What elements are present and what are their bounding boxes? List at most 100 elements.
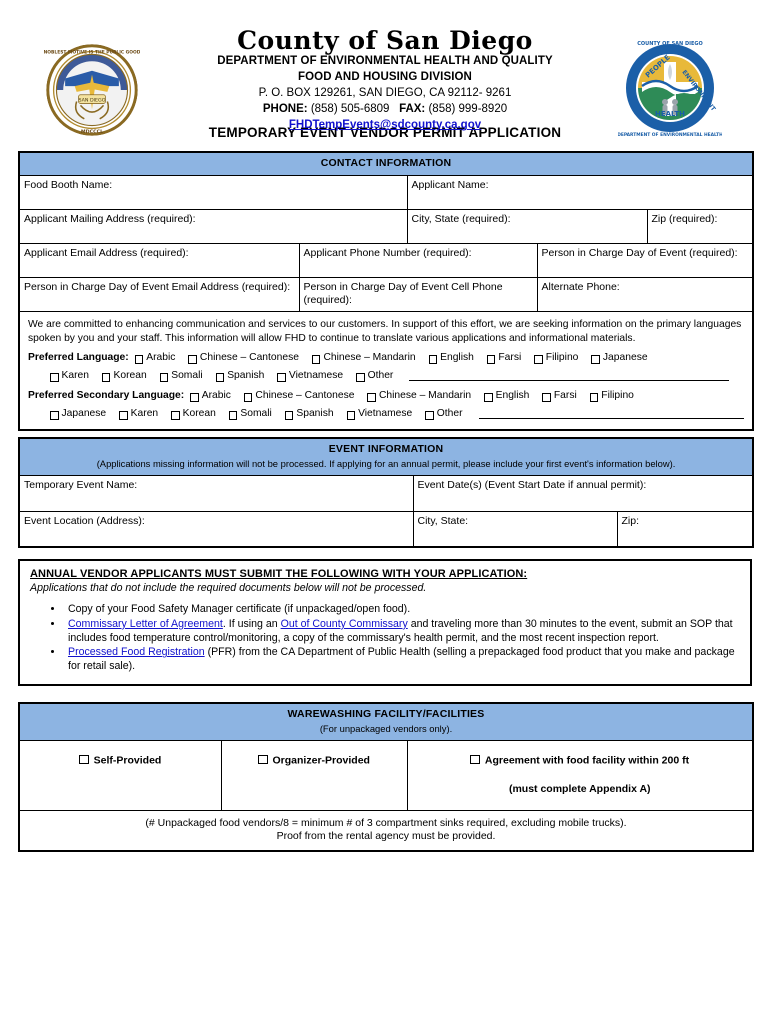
checkbox-icon[interactable]	[484, 393, 493, 402]
secondary-other-input-line[interactable]	[478, 410, 745, 419]
option-label: Self-Provided	[93, 754, 162, 767]
checkbox-preferred-vietnamese[interactable]: Vietnamese	[277, 370, 343, 383]
permit-application-page: SAN DIEGO NOBLEST MOTIVE IS THE PUBLIC G…	[0, 0, 770, 1024]
table-row: (# Unpackaged food vendors/8 = minimum #…	[18, 809, 754, 852]
event-location-field[interactable]: Event Location (Address):	[18, 510, 414, 548]
table-row: Food Booth Name: Applicant Name:	[18, 175, 754, 211]
checkbox-icon[interactable]	[188, 355, 197, 364]
checkbox-icon[interactable]	[428, 355, 438, 364]
preferred-language-row-1: Preferred Language: Arabic Chinese – Can…	[28, 352, 744, 365]
warewashing-option-agreement[interactable]: Agreement with food facility within 200 …	[406, 739, 754, 811]
option-label: Organizer-Provided	[272, 754, 370, 767]
table-row: WAREWASHING FACILITY/FACILITIES (For unp…	[18, 702, 754, 741]
checkbox-preferred-arabic[interactable]: Arabic	[134, 352, 175, 365]
event-information-table: EVENT INFORMATION (Applications missing …	[18, 436, 755, 549]
checkbox-icon[interactable]	[171, 411, 180, 420]
checkbox-secondary-chinese-mandarin[interactable]: Chinese – Mandarin	[367, 390, 471, 403]
checkbox-preferred-farsi[interactable]: Farsi	[486, 352, 521, 365]
checkbox-icon[interactable]	[534, 355, 543, 364]
checkbox-secondary-other[interactable]: Other	[425, 408, 463, 421]
warewashing-option-organizer-provided[interactable]: Organizer-Provided	[220, 739, 408, 811]
checkbox-icon[interactable]	[101, 373, 111, 382]
checkbox-secondary-korean[interactable]: Korean	[171, 408, 216, 421]
option-label: English	[440, 352, 474, 364]
checkbox-icon[interactable]	[277, 373, 286, 382]
checkbox-secondary-arabic[interactable]: Arabic	[190, 390, 231, 403]
bullet2-mid-text: . If using an	[222, 617, 281, 630]
checkbox-icon[interactable]	[542, 393, 551, 402]
checkbox-secondary-somali[interactable]: Somali	[228, 408, 272, 421]
checkbox-icon[interactable]	[470, 754, 480, 765]
list-item: Processed Food Registration (PFR) from t…	[64, 646, 740, 674]
checkbox-secondary-spanish[interactable]: Spanish	[284, 408, 334, 421]
preferred-other-input-line[interactable]	[409, 372, 730, 382]
checkbox-secondary-japanese[interactable]: Japanese	[50, 408, 106, 421]
option-label: Other	[367, 370, 394, 382]
checkbox-secondary-chinese-cantonese[interactable]: Chinese – Cantonese	[243, 390, 354, 403]
checkbox-icon[interactable]	[119, 411, 128, 420]
option-label: Somali	[171, 370, 203, 382]
checkbox-icon[interactable]	[215, 373, 225, 382]
table-row: EVENT INFORMATION (Applications missing …	[18, 437, 754, 476]
event-dates-field[interactable]: Event Date(s) (Event Start Date if annua…	[412, 474, 754, 512]
alternate-phone-field[interactable]: Alternate Phone:	[536, 277, 754, 313]
checkbox-secondary-filipino[interactable]: Filipino	[589, 390, 634, 403]
warewashing-table: WAREWASHING FACILITY/FACILITIES (For unp…	[18, 701, 755, 852]
event-zip-field[interactable]: Zip:	[616, 510, 754, 548]
option-label: Karen	[61, 370, 89, 382]
checkbox-icon[interactable]	[134, 355, 144, 364]
table-row: Temporary Event Name: Event Date(s) (Eve…	[18, 474, 754, 512]
applicant-phone-field[interactable]: Applicant Phone Number (required):	[298, 243, 538, 279]
checkbox-icon[interactable]	[284, 411, 294, 420]
warewashing-note-line-1: (# Unpackaged food vendors/8 = minimum #…	[145, 816, 627, 829]
person-in-charge-email-field[interactable]: Person in Charge Day of Event Email Addr…	[18, 277, 300, 313]
checkbox-icon[interactable]	[50, 411, 59, 420]
event-city-state-field[interactable]: City, State:	[412, 510, 618, 548]
applicant-mailing-address-field[interactable]: Applicant Mailing Address (required):	[18, 209, 408, 245]
checkbox-secondary-karen[interactable]: Karen	[119, 408, 158, 421]
checkbox-icon[interactable]	[311, 355, 321, 364]
checkbox-icon[interactable]	[346, 411, 356, 420]
commissary-letter-of-agreement-link[interactable]: Commissary Letter of Agreement	[68, 618, 223, 630]
warewashing-option-self-provided[interactable]: Self-Provided	[18, 739, 222, 811]
checkbox-secondary-farsi[interactable]: Farsi	[542, 390, 577, 403]
checkbox-icon[interactable]	[228, 411, 238, 420]
checkbox-preferred-chinese-cantonese[interactable]: Chinese – Cantonese	[188, 352, 299, 365]
checkbox-preferred-karen[interactable]: Karen	[50, 370, 89, 383]
checkbox-icon[interactable]	[356, 373, 365, 382]
checkbox-icon[interactable]	[50, 373, 59, 382]
checkbox-preferred-spanish[interactable]: Spanish	[215, 370, 264, 383]
checkbox-icon[interactable]	[591, 355, 600, 364]
checkbox-preferred-japanese[interactable]: Japanese	[591, 352, 648, 365]
checkbox-preferred-filipino[interactable]: Filipino	[534, 352, 578, 365]
appendix-a-note: (must complete Appendix A)	[508, 783, 651, 796]
checkbox-preferred-korean[interactable]: Korean	[101, 370, 147, 383]
checkbox-preferred-somali[interactable]: Somali	[159, 370, 203, 383]
checkbox-secondary-vietnamese[interactable]: Vietnamese	[346, 408, 412, 421]
checkbox-preferred-chinese-mandarin[interactable]: Chinese – Mandarin	[311, 352, 416, 365]
out-of-county-commissary-link[interactable]: Out of County Commissary	[281, 618, 408, 630]
checkbox-icon[interactable]	[190, 393, 199, 402]
applicant-name-field[interactable]: Applicant Name:	[406, 175, 754, 211]
applicant-city-state-field[interactable]: City, State (required):	[406, 209, 648, 245]
temporary-event-name-field[interactable]: Temporary Event Name:	[18, 474, 414, 512]
processed-food-registration-link[interactable]: Processed Food Registration	[68, 646, 205, 658]
person-in-charge-cell-field[interactable]: Person in Charge Day of Event Cell Phone…	[298, 277, 538, 313]
checkbox-icon[interactable]	[243, 393, 253, 402]
person-in-charge-field[interactable]: Person in Charge Day of Event (required)…	[536, 243, 754, 279]
checkbox-preferred-other[interactable]: Other	[356, 370, 393, 383]
checkbox-icon[interactable]	[79, 754, 89, 765]
checkbox-icon[interactable]	[367, 393, 376, 402]
checkbox-icon[interactable]	[258, 754, 268, 765]
table-row: Applicant Mailing Address (required): Ci…	[18, 209, 754, 245]
checkbox-secondary-english[interactable]: English	[484, 390, 529, 403]
food-booth-name-field[interactable]: Food Booth Name:	[18, 175, 408, 211]
applicant-zip-field[interactable]: Zip (required):	[646, 209, 754, 245]
checkbox-icon[interactable]	[486, 355, 496, 364]
checkbox-preferred-english[interactable]: English	[428, 352, 474, 365]
checkbox-icon[interactable]	[589, 393, 599, 402]
checkbox-icon[interactable]	[425, 411, 434, 420]
table-row: CONTACT INFORMATION	[18, 151, 754, 177]
checkbox-icon[interactable]	[159, 373, 169, 382]
applicant-email-field[interactable]: Applicant Email Address (required):	[18, 243, 300, 279]
